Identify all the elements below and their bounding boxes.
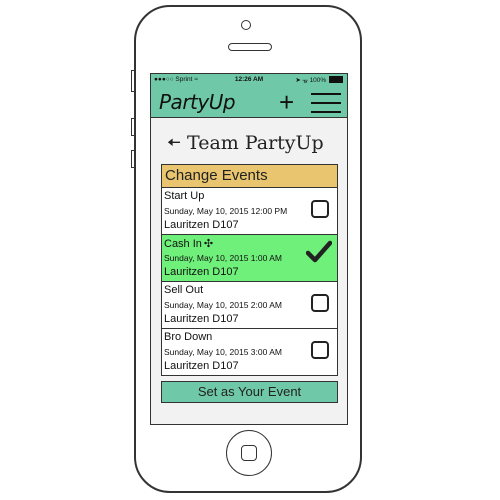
event-date: Sunday, May 10, 2015 3:00 AM [164, 347, 282, 357]
location-icon: ➤ [295, 77, 301, 84]
hamburger-icon[interactable] [311, 93, 341, 113]
page-title: Team PartyUp [187, 132, 324, 154]
event-location: Lauritzen D107 [164, 360, 239, 372]
event-location: Lauritzen D107 [164, 266, 239, 278]
event-item-start-up[interactable]: Start Up Sunday, May 10, 2015 12:00 PM L… [162, 188, 337, 235]
event-checkbox[interactable] [311, 200, 329, 218]
home-button-square [241, 445, 257, 461]
checkmark-icon[interactable] [306, 239, 332, 265]
event-checkbox[interactable] [311, 341, 329, 359]
battery-icon [329, 76, 343, 83]
event-name: Start Up [164, 190, 205, 202]
front-camera [241, 20, 251, 30]
event-location: Lauritzen D107 [164, 313, 239, 325]
event-item-sell-out[interactable]: Sell Out Sunday, May 10, 2015 2:00 AM La… [162, 282, 337, 329]
event-location: Lauritzen D107 [164, 219, 239, 231]
events-header: Change Events [162, 165, 337, 188]
events-list: Change Events Start Up Sunday, May 10, 2… [161, 164, 338, 376]
event-checkbox[interactable] [311, 294, 329, 312]
plus-icon[interactable]: + [279, 89, 294, 115]
status-bar: ●●●○○ Sprint ≈ 12:26 AM ➤ ᚗ 100% [151, 74, 347, 87]
volume-up-button [131, 118, 135, 136]
event-date: Sunday, May 10, 2015 1:00 AM [164, 253, 282, 263]
earpiece-speaker [228, 43, 272, 51]
move-icon: ✣ [203, 238, 214, 250]
event-date: Sunday, May 10, 2015 12:00 PM [164, 206, 288, 216]
set-event-button[interactable]: Set as Your Event [161, 381, 338, 403]
event-item-cash-in[interactable]: Cash In ✣ Sunday, May 10, 2015 1:00 AM La… [162, 235, 337, 282]
event-name: Bro Down [164, 331, 213, 343]
nav-bar: PartyUp + [151, 87, 347, 118]
battery-percent: 100% [309, 77, 327, 84]
arrow-left-icon[interactable]: 🠤 [167, 132, 181, 154]
event-name: Sell Out [164, 284, 204, 296]
home-button[interactable] [226, 430, 272, 476]
event-name: Cash In ✣ [164, 238, 214, 250]
phone-screen: ●●●○○ Sprint ≈ 12:26 AM ➤ ᚗ 100% PartyUp… [150, 73, 348, 425]
status-right: ➤ ᚗ 100% [295, 76, 343, 84]
bluetooth-icon: ᚗ [302, 77, 308, 84]
event-item-bro-down[interactable]: Bro Down Sunday, May 10, 2015 3:00 AM La… [162, 329, 337, 375]
event-date: Sunday, May 10, 2015 2:00 AM [164, 300, 282, 310]
brand-logo[interactable]: PartyUp [159, 90, 236, 114]
silent-switch [131, 70, 135, 92]
volume-down-button [131, 150, 135, 168]
